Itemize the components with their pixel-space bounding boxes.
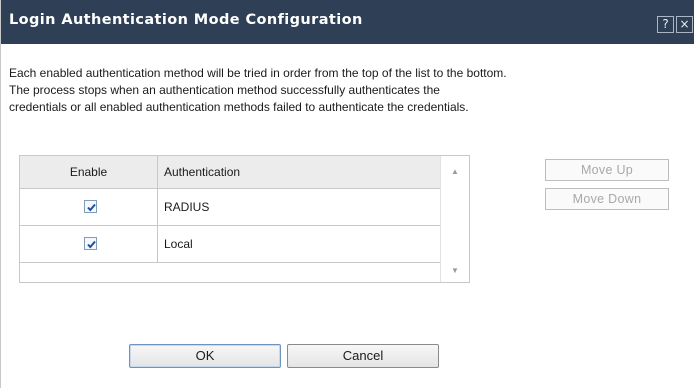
scroll-up-arrow-icon[interactable]: ▲ — [449, 167, 461, 177]
table-scrollbar[interactable]: ▲ ▼ — [440, 156, 469, 282]
close-icon[interactable]: × — [676, 16, 693, 33]
enable-cell — [20, 189, 158, 225]
cancel-button[interactable]: Cancel — [287, 344, 439, 368]
help-icon[interactable]: ? — [657, 16, 674, 33]
description-text: Each enabled authentication method will … — [9, 65, 693, 116]
auth-method-cell: Local — [164, 237, 193, 251]
table-header: Enable Authentication — [20, 156, 440, 189]
login-auth-dialog: Login Authentication Mode Configuration … — [0, 0, 694, 388]
checkmark-icon — [87, 203, 96, 212]
column-header-enable[interactable]: Enable — [20, 156, 158, 188]
dialog-title: Login Authentication Mode Configuration — [9, 12, 363, 28]
enable-checkbox-radius[interactable] — [84, 200, 97, 213]
table-row[interactable]: RADIUS — [20, 189, 440, 226]
auth-method-cell: RADIUS — [164, 200, 210, 214]
description-line: Each enabled authentication method will … — [9, 66, 507, 80]
auth-methods-table: Enable Authentication RADIUS Local ▲ ▼ — [19, 155, 470, 283]
enable-checkbox-local[interactable] — [84, 237, 97, 250]
enable-cell — [20, 226, 158, 262]
ok-button[interactable]: OK — [129, 344, 281, 368]
scroll-down-arrow-icon[interactable]: ▼ — [449, 266, 461, 276]
checkmark-icon — [87, 240, 96, 249]
description-line: The process stops when an authentication… — [9, 83, 440, 97]
move-up-button[interactable]: Move Up — [545, 159, 669, 181]
column-header-authentication[interactable]: Authentication — [158, 156, 440, 188]
dialog-titlebar: Login Authentication Mode Configuration … — [1, 0, 694, 44]
description-line: credentials or all enabled authenticatio… — [9, 100, 469, 114]
move-down-button[interactable]: Move Down — [545, 188, 669, 210]
table-row[interactable]: Local — [20, 226, 440, 263]
